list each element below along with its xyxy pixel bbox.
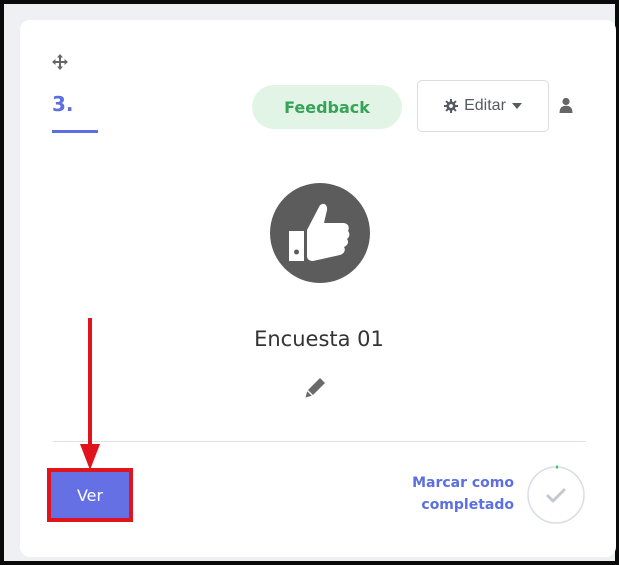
edit-dropdown-button[interactable]: Editar — [417, 80, 549, 132]
move-icon[interactable] — [52, 54, 68, 70]
annotation-arrow — [80, 318, 100, 470]
pencil-icon[interactable] — [305, 376, 327, 398]
mark-complete-label-line1: Marcar como — [412, 475, 514, 491]
step-underline — [52, 130, 98, 133]
activity-icon-circle — [270, 183, 370, 283]
view-button[interactable]: Ver — [51, 472, 129, 518]
gear-icon — [444, 99, 459, 113]
user-icon[interactable] — [559, 97, 573, 113]
edit-button-label: Editar — [464, 97, 506, 114]
feedback-badge: Feedback — [252, 85, 402, 129]
caret-down-icon — [511, 103, 522, 109]
footer-divider — [53, 441, 586, 442]
mark-complete-label[interactable]: Marcar como completado — [370, 472, 514, 516]
activity-title: Encuesta 01 — [254, 327, 384, 351]
thumbs-up-icon — [289, 203, 350, 261]
mark-complete-toggle[interactable] — [526, 465, 586, 525]
step-number: 3. — [52, 92, 74, 116]
mark-complete-label-line2: completado — [421, 497, 514, 513]
